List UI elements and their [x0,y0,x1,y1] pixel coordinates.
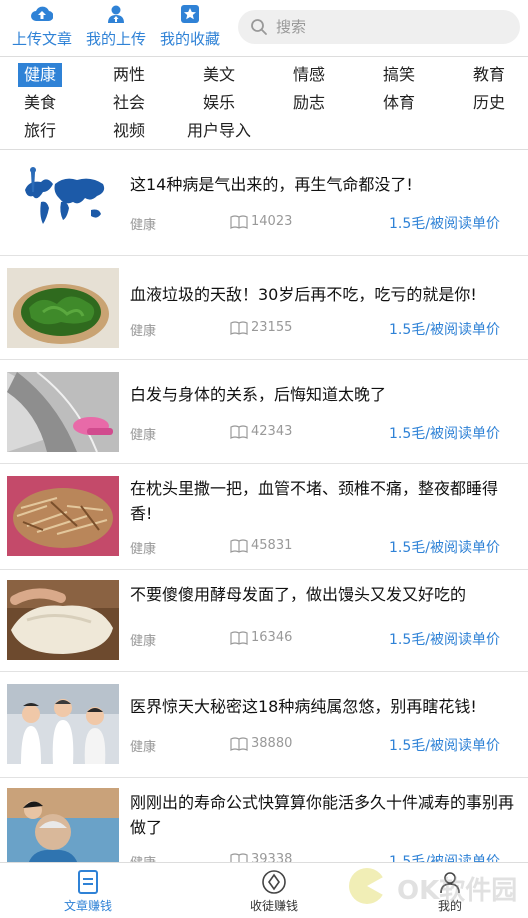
category-user-import[interactable]: 用户导入 [187,119,251,143]
category-sports[interactable]: 体育 [383,91,415,115]
book-icon [230,630,248,645]
article-price: 1.5毛/被阅读单价 [389,540,500,556]
cloud-upload-icon [31,4,53,24]
nav-mine-label: 我的 [437,899,462,913]
user-upload-icon [105,4,127,24]
read-count: 14023 [230,214,292,229]
article-title: 白发与身体的关系，后悔知道太晚了 [130,385,387,404]
read-count-value: 23155 [251,320,293,335]
category-essay[interactable]: 美文 [203,63,235,87]
top-toolbar: 上传文章 我的上传 我的收藏 [0,0,528,56]
upload-article-label: 上传文章 [11,30,72,48]
article-price: 1.5毛/被阅读单价 [389,216,500,232]
read-count: 23155 [230,320,292,335]
article-category: 健康 [130,324,157,339]
article-thumbnail [7,162,119,242]
read-count-value: 14023 [251,214,293,229]
article-thumbnail [7,268,119,348]
category-food[interactable]: 美食 [24,91,56,115]
article-thumbnail [7,684,119,764]
category-grid: 健康 两性 美文 情感 搞笑 教育 美食 社会 娱乐 励志 体育 历史 旅行 视… [0,56,528,150]
article-price: 1.5毛/被阅读单价 [389,632,500,648]
my-favorites-button[interactable]: 我的收藏 [158,4,222,50]
read-count: 38880 [230,736,292,751]
app-screen: 上传文章 我的上传 我的收藏 健康 两性 美文 情感 搞笑 教育 美食 [0,0,528,918]
article-category: 健康 [130,428,157,443]
article-title: 不要傻傻用酵母发面了，做出馒头又发又好吃的 [130,585,467,604]
book-icon [230,424,248,439]
read-count-value: 42343 [251,424,293,439]
category-history[interactable]: 历史 [473,91,505,115]
article-thumbnail [7,476,119,556]
article-meta: 健康 38880 1.5毛/被阅读单价 [130,736,500,756]
category-sexes[interactable]: 两性 [113,63,145,87]
article-title: 血液垃圾的天敌！30岁后再不吃，吃亏的就是你! [130,285,477,304]
category-health[interactable]: 健康 [18,63,63,87]
read-count: 16346 [230,630,292,645]
compass-icon [262,870,286,894]
nav-articles-label: 文章赚钱 [63,899,112,913]
category-video[interactable]: 视频 [113,119,145,143]
category-education[interactable]: 教育 [473,63,505,87]
read-count-value: 16346 [251,630,293,645]
category-society[interactable]: 社会 [113,91,145,115]
upload-article-button[interactable]: 上传文章 [10,4,74,50]
search-icon [250,18,268,36]
article-price: 1.5毛/被阅读单价 [389,322,500,338]
category-travel[interactable]: 旅行 [24,119,56,143]
article-title: 这14种病是气出来的，再生气命都没了! [130,175,413,194]
category-entertainment[interactable]: 娱乐 [203,91,235,115]
article-item[interactable]: 不要傻傻用酵母发面了，做出馒头又发又好吃的 健康 16346 1.5毛/被阅读单… [0,570,528,672]
article-meta: 健康 14023 1.5毛/被阅读单价 [130,214,500,234]
article-meta: 健康 45831 1.5毛/被阅读单价 [130,538,500,558]
article-item[interactable]: 血液垃圾的天敌！30岁后再不吃，吃亏的就是你! 健康 23155 1.5毛/被阅… [0,256,528,360]
search-input[interactable] [276,18,496,36]
nav-invite-earn[interactable]: 收徒赚钱 [234,869,314,914]
nav-mine[interactable]: 我的 [410,869,490,914]
article-title: 医界惊天大秘密这18种病纯属忽悠，别再瞎花钱! [130,697,477,716]
book-icon [230,736,248,751]
bottom-nav: 文章赚钱 收徒赚钱 我的 [0,862,528,918]
article-meta: 健康 23155 1.5毛/被阅读单价 [130,320,500,340]
article-item[interactable]: 医界惊天大秘密这18种病纯属忽悠，别再瞎花钱! 健康 38880 1.5毛/被阅… [0,672,528,778]
article-thumbnail [7,788,119,868]
read-count: 42343 [230,424,292,439]
article-thumbnail [7,372,119,452]
book-icon [230,538,248,553]
my-uploads-button[interactable]: 我的上传 [84,4,148,50]
article-thumbnail [7,580,119,660]
article-meta: 健康 16346 1.5毛/被阅读单价 [130,630,500,650]
read-count: 45831 [230,538,292,553]
category-funny[interactable]: 搞笑 [383,63,415,87]
article-category: 健康 [130,542,157,557]
my-uploads-label: 我的上传 [85,30,146,48]
article-meta: 健康 42343 1.5毛/被阅读单价 [130,424,500,444]
article-category: 健康 [130,634,157,649]
nav-articles-earn[interactable]: 文章赚钱 [48,869,128,914]
article-price: 1.5毛/被阅读单价 [389,426,500,442]
search-box[interactable] [238,10,520,44]
article-category: 健康 [130,218,157,233]
article-item[interactable]: 这14种病是气出来的，再生气命都没了! 健康 14023 1.5毛/被阅读单价 [0,150,528,256]
category-inspiration[interactable]: 励志 [293,91,325,115]
book-icon [230,214,248,229]
article-title: 刚刚出的寿命公式快算算你能活多久十件减寿的事别再做了 [130,793,515,837]
my-favorites-label: 我的收藏 [159,30,220,48]
article-category: 健康 [130,740,157,755]
nav-invite-label: 收徒赚钱 [249,899,298,913]
user-icon [440,872,460,894]
star-icon [179,4,201,24]
document-icon [78,870,98,894]
article-item[interactable]: 白发与身体的关系，后悔知道太晚了 健康 42343 1.5毛/被阅读单价 [0,360,528,464]
article-title: 在枕头里撒一把，血管不堵、颈椎不痛，整夜都睡得香! [130,479,499,523]
article-item[interactable]: 在枕头里撒一把，血管不堵、颈椎不痛，整夜都睡得香! 健康 45831 1.5毛/… [0,464,528,570]
read-count-value: 38880 [251,736,293,751]
category-emotion[interactable]: 情感 [293,63,325,87]
book-icon [230,320,248,335]
read-count-value: 45831 [251,538,293,553]
article-price: 1.5毛/被阅读单价 [389,738,500,754]
